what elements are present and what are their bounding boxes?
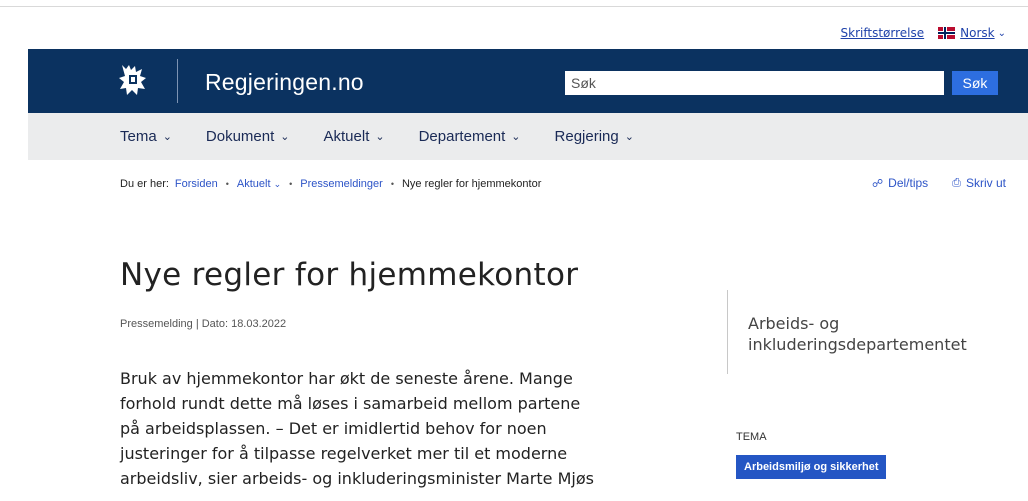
breadcrumb-prefix: Du er her:	[120, 178, 169, 190]
breadcrumb: Du er her: Forsiden • Aktuelt ⌄ • Presse…	[120, 178, 541, 190]
language-selector[interactable]: Norsk	[960, 26, 994, 40]
tema-label: TEMA	[736, 431, 767, 443]
nav-item-label: Regjering	[554, 128, 619, 145]
norwegian-flag-icon	[938, 27, 956, 39]
chevron-down-icon: ⌄	[273, 179, 282, 189]
font-size-link[interactable]: Skriftstørrelse	[841, 26, 925, 40]
utility-bar: Skriftstørrelse Norsk ⌄	[841, 22, 1006, 44]
nav-item-label: Departement	[418, 128, 506, 145]
nav-item-departement[interactable]: Departement ⌄	[419, 128, 521, 145]
breadcrumb-separator: •	[225, 179, 229, 189]
department-link[interactable]: Arbeids- og inkluderingsdepartementet	[748, 313, 1008, 355]
aside-divider	[727, 290, 728, 374]
breadcrumb-link-forsiden[interactable]: Forsiden	[175, 178, 218, 190]
breadcrumb-separator: •	[289, 179, 293, 189]
tema-tag-button[interactable]: Arbeidsmiljø og sikkerhet	[736, 455, 887, 479]
lead-line: justeringer for å tilpasse regelverket m…	[120, 444, 568, 463]
top-divider	[0, 6, 1028, 7]
nav-item-label: Tema	[120, 128, 157, 145]
share-button[interactable]: ☍ Del/tips	[872, 176, 928, 190]
breadcrumb-link-aktuelt[interactable]: Aktuelt ⌄	[237, 178, 281, 190]
coat-of-arms-lion-icon[interactable]	[116, 62, 150, 98]
breadcrumb-link-pressemeldinger[interactable]: Pressemeldinger	[300, 178, 383, 190]
breadcrumb-separator: •	[390, 179, 394, 189]
breadcrumb-current: Nye regler for hjemmekontor	[401, 178, 542, 190]
language-label: Norsk	[960, 26, 995, 40]
nav-item-dokument[interactable]: Dokument ⌄	[206, 128, 290, 145]
breadcrumb-label: Aktuelt	[236, 178, 271, 190]
site-header: Regjeringen.no Søk	[28, 49, 1028, 113]
page-title: Nye regler for hjemmekontor	[120, 257, 579, 293]
chevron-down-icon: ⌄	[511, 131, 521, 143]
department-line: Arbeids- og	[748, 314, 840, 333]
chevron-down-icon: ⌄	[375, 131, 385, 143]
nav-item-label: Dokument	[205, 128, 275, 145]
lead-line: Bruk av hjemmekontor har økt de seneste …	[120, 369, 573, 388]
chevron-down-icon: ⌄	[280, 131, 290, 143]
chevron-down-icon: ⌄	[997, 27, 1006, 39]
page-tools: ☍ Del/tips ⎙ Skriv ut	[872, 176, 1006, 190]
lead-line: forhold rundt dette må løses i samarbeid…	[120, 394, 581, 413]
article-lead: Bruk av hjemmekontor har økt de seneste …	[120, 366, 650, 491]
print-button[interactable]: ⎙ Skriv ut	[952, 176, 1006, 190]
search-button[interactable]: Søk	[952, 71, 998, 95]
main-nav: Tema ⌄ Dokument ⌄ Aktuelt ⌄ Departement ⌄ Re…	[28, 113, 1028, 160]
chevron-down-icon: ⌄	[624, 131, 634, 143]
share-label: Del/tips	[888, 176, 929, 190]
nav-item-aktuelt[interactable]: Aktuelt ⌄	[324, 128, 385, 145]
lead-line: på arbeidsplassen. – Det er imidlertid b…	[120, 419, 547, 438]
header-divider	[177, 59, 178, 103]
lead-line: arbeidsliv, sier arbeids- og inkludering…	[120, 469, 594, 488]
site-name[interactable]: Regjeringen.no	[205, 69, 364, 96]
nav-item-regjering[interactable]: Regjering ⌄	[555, 128, 634, 145]
nav-item-label: Aktuelt	[323, 128, 370, 145]
department-line: inkluderingsdepartementet	[748, 335, 967, 354]
article-meta: Pressemelding | Dato: 18.03.2022	[120, 318, 287, 330]
search-input[interactable]	[565, 71, 944, 95]
print-label: Skriv ut	[965, 176, 1006, 190]
share-icon: ☍	[872, 177, 884, 190]
printer-icon: ⎙	[952, 176, 961, 189]
nav-item-tema[interactable]: Tema ⌄	[120, 128, 172, 145]
chevron-down-icon: ⌄	[162, 131, 172, 143]
